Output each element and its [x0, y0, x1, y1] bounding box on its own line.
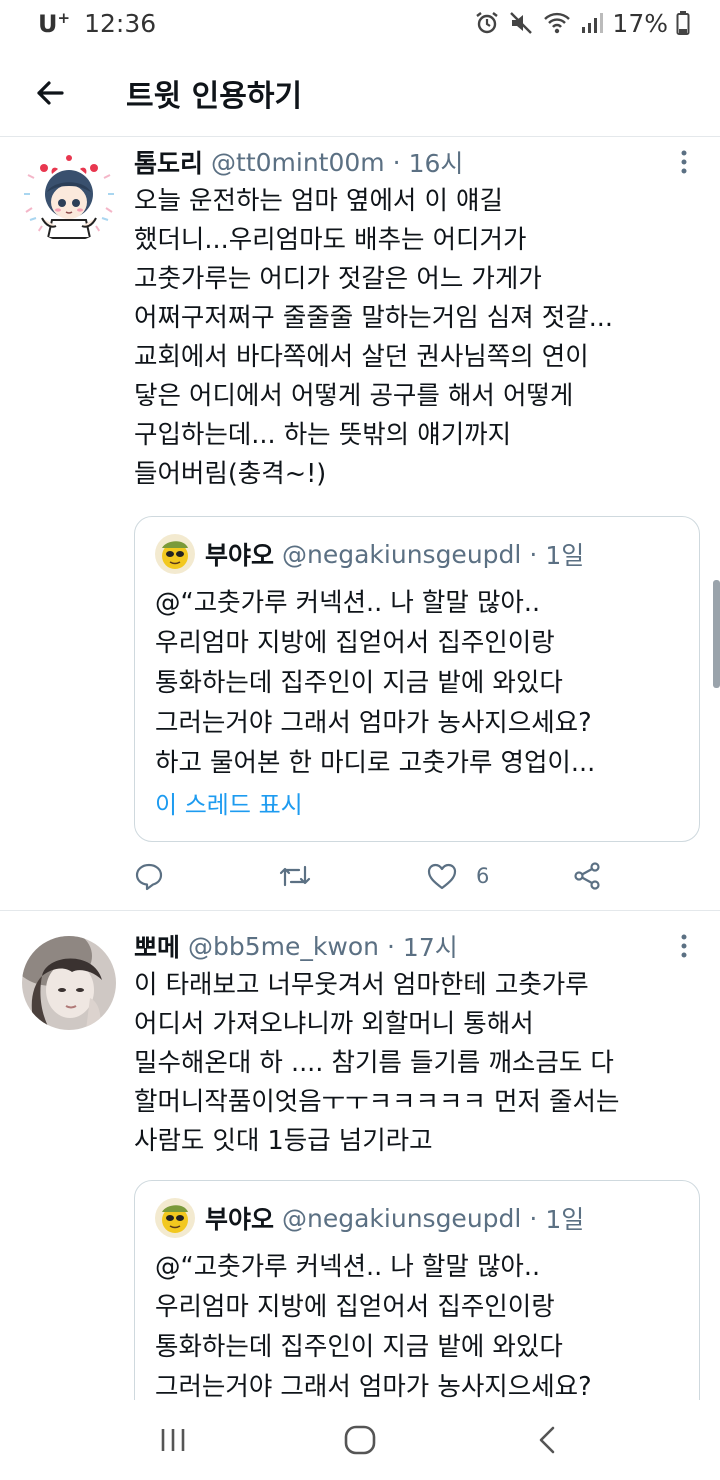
- action-bar: 6: [134, 856, 634, 896]
- like-button[interactable]: 6: [426, 861, 489, 891]
- separator-dot: ·: [386, 931, 395, 961]
- display-name[interactable]: 톰도리: [134, 144, 203, 180]
- quoted-tweet-card[interactable]: 부야오 @negakiunsgeupdl · 1일 @“고춧가루 커넥션.. 나…: [134, 516, 700, 842]
- recents-icon: [162, 1429, 185, 1451]
- share-icon: [574, 862, 600, 890]
- more-button[interactable]: [672, 926, 696, 966]
- quote-header: 부야오 @negakiunsgeupdl · 1일: [155, 1195, 683, 1241]
- battery-percent: 17%: [612, 8, 668, 38]
- heart-icon: [427, 863, 457, 890]
- display-name[interactable]: 뽀메: [134, 928, 180, 964]
- tweet[interactable]: 뽀메 @bb5me_kwon · 17시 이 타래보고 너무웃겨서 엄마한테 고…: [0, 912, 720, 1422]
- reply-icon: [135, 863, 163, 891]
- system-back-button[interactable]: [507, 1410, 587, 1470]
- avatar-illustration-icon: [155, 534, 195, 574]
- more-vertical-icon: [681, 934, 687, 958]
- quoted-tweet-card[interactable]: 부야오 @negakiunsgeupdl · 1일 @“고춧가루 커넥션.. 나…: [134, 1180, 700, 1422]
- quote-time: 1일: [545, 541, 585, 570]
- header-divider: [0, 136, 720, 137]
- avatar[interactable]: [22, 936, 116, 1030]
- avatar[interactable]: [22, 148, 116, 242]
- quote-text: @“고춧가루 커넥션.. 나 할말 많아.. 우리엄마 지방에 집얻어서 집주인…: [155, 1252, 592, 1402]
- tweet-text: 오늘 운전하는 엄마 옆에서 이 얘길 했더니...우리엄마도 배추는 어디거가…: [134, 186, 614, 489]
- show-thread-link[interactable]: 이 스레드 표시: [155, 785, 303, 820]
- system-nav-bar: [0, 1400, 720, 1480]
- page-title: 트윗 인용하기: [126, 79, 303, 114]
- reply-button[interactable]: [134, 861, 164, 891]
- share-button[interactable]: [572, 861, 602, 891]
- tweet-time[interactable]: 17시: [403, 928, 458, 964]
- tweet-header: 뽀메 @bb5me_kwon · 17시: [134, 926, 696, 966]
- more-vertical-icon: [681, 150, 687, 174]
- status-bar: U+ 12:36 17%: [0, 0, 720, 46]
- battery-icon: [676, 11, 690, 35]
- separator-dot: ·: [529, 539, 538, 569]
- avatar-illustration-icon: [155, 1198, 195, 1238]
- tweet-time[interactable]: 16시: [409, 144, 464, 180]
- tweet-divider: [0, 910, 720, 911]
- separator-dot: ·: [529, 1203, 538, 1233]
- like-count: 6: [476, 864, 490, 888]
- tweet[interactable]: 톰도리 @tt0mint00m · 16시 오늘 운전하는 엄마 옆에서 이 얘…: [0, 138, 720, 910]
- avatar-photo-icon: [22, 936, 116, 1030]
- app-header: 트윗 인용하기: [0, 52, 720, 134]
- scrollbar-thumb[interactable]: [713, 580, 720, 688]
- quote-handle: @negakiunsgeupdl: [282, 1203, 522, 1233]
- quote-avatar: [155, 1198, 195, 1238]
- home-icon: [344, 1425, 376, 1455]
- alarm-icon: [476, 12, 499, 34]
- quote-text: @“고춧가루 커넥션.. 나 할말 많아.. 우리엄마 지방에 집얻어서 집주인…: [155, 588, 596, 778]
- retweet-icon: [279, 865, 311, 887]
- carrier-text: U: [38, 9, 58, 38]
- quote-time: 1일: [545, 1205, 585, 1234]
- recents-button[interactable]: [133, 1410, 213, 1470]
- back-button[interactable]: [0, 52, 100, 134]
- quote-display-name: 부야오: [205, 1205, 275, 1234]
- quote-display-name: 부야오: [205, 541, 275, 570]
- back-chevron-icon: [539, 1426, 554, 1454]
- carrier-label: U+: [38, 9, 70, 38]
- tweet-header: 톰도리 @tt0mint00m · 16시: [134, 142, 696, 182]
- more-button[interactable]: [672, 142, 696, 182]
- signal-icon: [582, 13, 604, 33]
- quote-handle: @negakiunsgeupdl: [282, 539, 522, 569]
- status-right: 17%: [474, 9, 690, 38]
- arrow-left-icon: [37, 81, 64, 105]
- wifi-icon: [544, 12, 571, 34]
- home-button[interactable]: [320, 1410, 400, 1470]
- carrier-plus: +: [57, 8, 71, 27]
- user-handle[interactable]: @bb5me_kwon: [188, 932, 379, 961]
- tweet-text: 이 타래보고 너무웃겨서 엄마한테 고춧가루 어디서 가져오냐니까 외할머니 통…: [134, 970, 620, 1156]
- avatar-illustration-icon: [22, 148, 116, 242]
- quote-avatar: [155, 534, 195, 574]
- separator-dot: ·: [392, 147, 401, 177]
- retweet-button[interactable]: [278, 861, 312, 891]
- status-time: 12:36: [84, 8, 157, 38]
- quote-header: 부야오 @negakiunsgeupdl · 1일: [155, 531, 683, 577]
- status-left: U+ 12:36: [38, 9, 156, 38]
- user-handle[interactable]: @tt0mint00m: [211, 148, 385, 177]
- mute-icon: [510, 12, 533, 34]
